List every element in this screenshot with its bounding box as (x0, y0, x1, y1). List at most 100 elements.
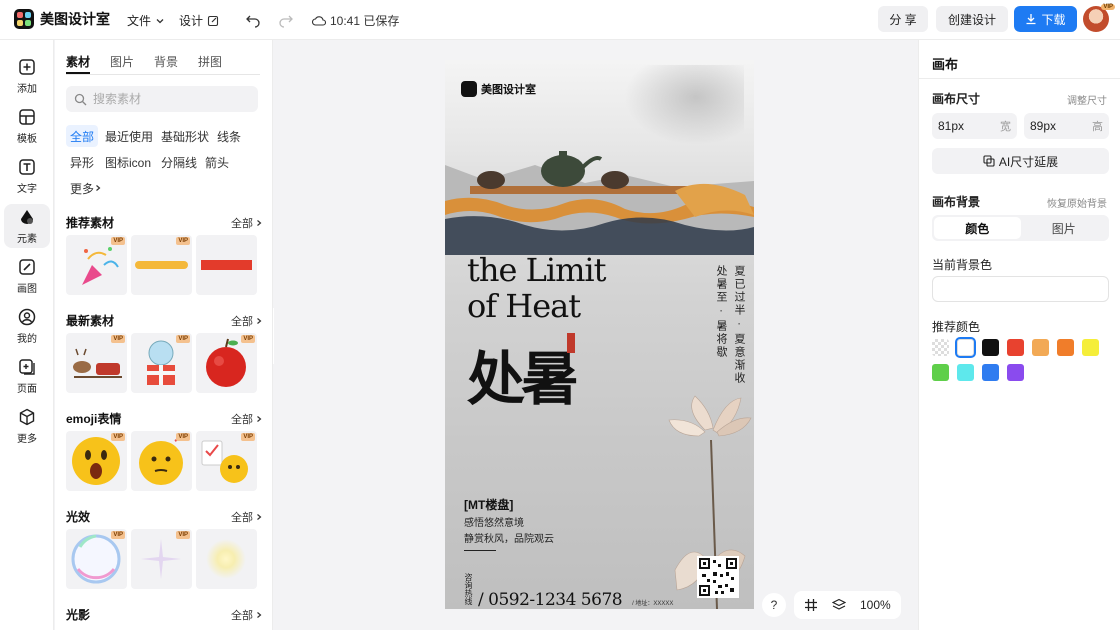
red-bar (201, 260, 252, 270)
color-swatch[interactable] (1057, 339, 1074, 356)
file-menu[interactable]: 文件 (127, 12, 165, 29)
poster-info-line-2[interactable]: 静赏秋风，品院观云 (464, 530, 554, 545)
poster-brand-logo[interactable]: 美图设计室 (461, 81, 536, 97)
ai-resize-icon (983, 155, 995, 167)
chip-dividers[interactable]: 分隔线 (157, 151, 201, 173)
tab-materials[interactable]: 素材 (66, 53, 91, 74)
poster-title-english[interactable]: the Limit of Heat (467, 252, 606, 324)
vip-badge: VIP (241, 335, 255, 343)
chip-recent[interactable]: 最近使用 (101, 125, 157, 147)
material-thumb-gift-globe[interactable]: VIP (131, 333, 192, 393)
current-bg-color-label: 当前背景色 (932, 258, 993, 272)
plus-square-icon (19, 59, 35, 75)
avatar[interactable]: VIP (1083, 4, 1115, 32)
material-thumb-yellow-stroke[interactable]: VIP (131, 235, 192, 295)
tab-backgrounds[interactable]: 背景 (154, 53, 178, 74)
width-field[interactable]: 81px 宽 (932, 113, 1017, 139)
material-thumb-checklist-emoji[interactable]: VIP (196, 431, 257, 491)
section-all-light-shadow[interactable]: 全部 (231, 607, 263, 623)
qr-code-image[interactable] (697, 556, 739, 598)
bg-tab-color[interactable]: 颜色 (934, 217, 1021, 239)
create-design-button[interactable]: 创建设计 (936, 6, 1008, 32)
vip-badge: VIP (111, 335, 125, 343)
chip-lines[interactable]: 线条 (213, 125, 245, 147)
poster-canvas[interactable]: 美图设计室 the Limit of Heat 处暑 夏已过半 · 夏意渐收 处… (445, 60, 754, 609)
rail-item-draw[interactable]: 画图 (4, 254, 50, 298)
section-title-latest: 最新素材 (66, 314, 115, 328)
download-button[interactable]: 下载 (1014, 6, 1077, 32)
color-swatch[interactable] (982, 339, 999, 356)
color-swatch[interactable] (1032, 339, 1049, 356)
chip-basic-shapes[interactable]: 基础形状 (157, 125, 213, 147)
rail-item-page[interactable]: 页面 (4, 354, 50, 398)
brand-logo[interactable]: 美图设计室 (14, 9, 110, 29)
design-menu[interactable]: 设计 (179, 12, 219, 29)
material-thumb-apple[interactable]: VIP (196, 333, 257, 393)
color-swatch[interactable] (1082, 339, 1099, 356)
material-thumb-party-popper[interactable]: VIP (66, 235, 127, 295)
color-swatch[interactable] (1007, 364, 1024, 381)
material-thumb-thinking-emoji[interactable]: VIP (131, 431, 192, 491)
chip-irregular[interactable]: 异形 (66, 151, 98, 173)
rail-item-more[interactable]: 更多 (4, 404, 50, 448)
section-all-recommended[interactable]: 全部 (231, 215, 263, 231)
section-all-emoji[interactable]: 全部 (231, 411, 263, 427)
poster-info-line-1[interactable]: 感悟悠然意境 (464, 514, 524, 529)
chip-all[interactable]: 全部 (66, 125, 99, 147)
search-input[interactable] (93, 92, 243, 106)
color-swatch[interactable] (982, 364, 999, 381)
rail-item-text[interactable]: 文字 (4, 154, 50, 198)
rail-item-templates[interactable]: 模板 (4, 104, 50, 148)
chip-icons[interactable]: 图标icon (101, 151, 155, 173)
color-swatch[interactable] (957, 364, 974, 381)
phone-number: / 0592-1234 5678 (478, 590, 623, 609)
chip-arrows[interactable]: 箭头 (201, 151, 233, 173)
rail-item-label: 画图 (17, 284, 37, 295)
chevron-right-icon (257, 514, 262, 520)
edit-icon (207, 15, 219, 26)
current-bg-color-field[interactable] (932, 276, 1109, 302)
elements-icon (21, 210, 33, 224)
layers-icon[interactable] (832, 598, 846, 612)
redo-icon[interactable] (278, 12, 294, 28)
color-swatch[interactable] (932, 364, 949, 381)
design-menu-label: 设计 (179, 14, 204, 28)
download-label: 下载 (1041, 12, 1066, 27)
tab-images[interactable]: 图片 (110, 53, 134, 74)
color-swatch[interactable] (932, 339, 949, 356)
zoom-level[interactable]: 100% (860, 598, 891, 612)
material-thumb-glow[interactable] (196, 529, 257, 589)
section-all-latest[interactable]: 全部 (231, 313, 263, 329)
poster-title-chinese[interactable]: 处暑 (467, 332, 579, 416)
resize-link[interactable]: 调整尺寸 (1067, 92, 1107, 107)
undo-icon[interactable] (245, 12, 261, 28)
chip-more[interactable]: 更多 (66, 177, 106, 199)
grid-icon[interactable] (804, 598, 818, 612)
rail-item-add[interactable]: 添加 (4, 54, 50, 98)
color-swatch[interactable] (955, 337, 976, 358)
material-thumb-bubble[interactable]: VIP (66, 529, 127, 589)
material-thumb-reindeer-sleigh[interactable]: VIP (66, 333, 127, 393)
reset-background-link[interactable]: 恢复原始背景 (1047, 195, 1107, 210)
search-box[interactable] (66, 86, 258, 112)
color-swatch[interactable] (1007, 339, 1024, 356)
rail-item-mine[interactable]: 我的 (4, 304, 50, 348)
material-thumb-shocked-emoji[interactable]: VIP (66, 431, 127, 491)
poster-vertical-text-2[interactable]: 夏已过半 · 夏意渐收 (731, 265, 747, 385)
teapot-landscape-image[interactable] (445, 145, 754, 255)
height-field[interactable]: 89px 高 (1024, 113, 1109, 139)
save-status: 10:41 已保存 (312, 12, 399, 29)
ai-size-extend-button[interactable]: AI尺寸延展 (932, 148, 1109, 174)
rail-item-elements[interactable]: 元素 (4, 204, 50, 248)
bg-tab-image[interactable]: 图片 (1021, 217, 1108, 239)
share-button[interactable]: 分 享 (878, 6, 928, 32)
material-thumb-red-bar[interactable] (196, 235, 257, 295)
section-all-light-effects[interactable]: 全部 (231, 509, 263, 525)
tab-collage[interactable]: 拼图 (198, 53, 222, 74)
poster-info-title[interactable]: [MT楼盘] (464, 496, 513, 513)
properties-panel: 画布 画布尺寸 调整尺寸 81px 宽 89px 高 AI尺寸延展 画布背景 恢… (918, 40, 1120, 630)
poster-vertical-text-1[interactable]: 处暑至 · 暑将歇 (713, 265, 729, 359)
help-button[interactable]: ? (762, 593, 786, 617)
material-thumb-sparkle[interactable]: VIP (131, 529, 192, 589)
poster-phone-block[interactable]: 咨询热线 / 0592-1234 5678 / 地址：XXXXX (463, 573, 706, 609)
